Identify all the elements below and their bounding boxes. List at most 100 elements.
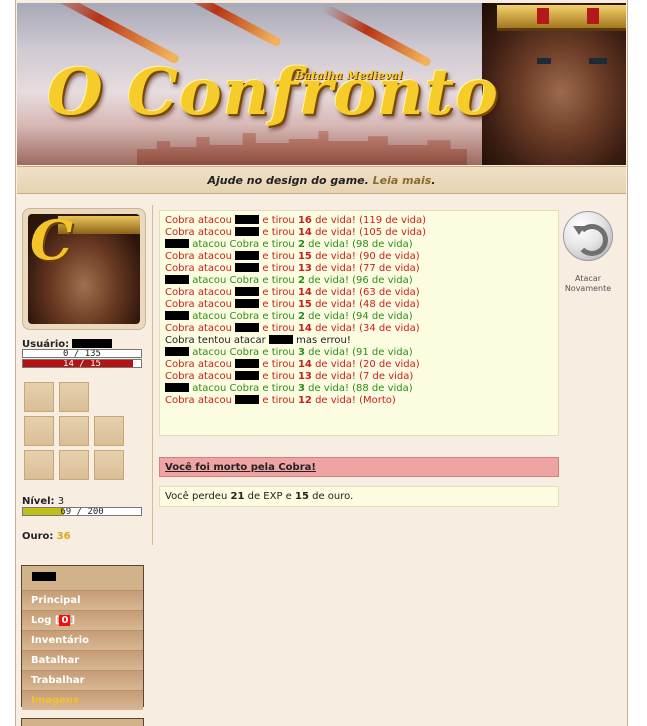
battle-log: Cobra atacou e tirou 16 de vida! (119 de…: [159, 210, 559, 436]
battle-result: Você perdeu 21 de EXP e 15 de ouro.: [159, 486, 559, 507]
log-damage: 14: [297, 359, 312, 370]
level-row: Nível: 3: [22, 496, 64, 507]
log-badge-count: 0: [59, 615, 71, 626]
sidebar-divider: [152, 205, 153, 545]
player-name-redacted: [165, 347, 189, 356]
player-name-redacted: [165, 275, 189, 284]
hp-bar-text: 0 / 135: [63, 349, 101, 358]
log-text: de vida! (91 de vida): [308, 347, 413, 358]
log-text: atacou Cobra e tirou: [192, 311, 295, 322]
level-label: Nível:: [22, 496, 55, 507]
log-text: Cobra atacou: [165, 359, 232, 370]
equipment-slot[interactable]: [59, 416, 89, 446]
battle-log-line: Cobra atacou e tirou 14 de vida! (20 de …: [165, 359, 553, 371]
result-gold: 15: [295, 491, 309, 502]
log-text: de vida! (94 de vida): [308, 311, 413, 322]
player-name-redacted: [235, 299, 260, 308]
game-logo: O Confronto: [47, 55, 499, 130]
player-name-redacted: [165, 239, 189, 248]
exp-bar-text: 69 / 200: [60, 507, 104, 516]
battle-log-line: Cobra atacou e tirou 13 de vida! (77 de …: [165, 263, 553, 275]
equipment-slot[interactable]: [24, 450, 54, 480]
battle-log-line: Cobra atacou e tirou 14 de vida! (34 de …: [165, 323, 553, 335]
log-damage: 14: [297, 323, 312, 334]
log-text: de vida! (88 de vida): [308, 383, 413, 394]
log-text: de vida! (90 de vida): [315, 251, 420, 262]
equipment-slot[interactable]: [24, 382, 54, 412]
log-text: de vida! (77 de vida): [315, 263, 420, 274]
result-text-c: de ouro.: [312, 491, 354, 502]
log-text: Cobra atacou: [165, 227, 232, 238]
warrior-eyes: [537, 58, 607, 64]
log-text: e tirou: [262, 323, 295, 334]
log-damage: 14: [297, 287, 312, 298]
menu-header: [22, 566, 143, 590]
player-name-redacted: [235, 395, 260, 404]
player-name-redacted: [235, 323, 260, 332]
equipment-slot[interactable]: [59, 450, 89, 480]
battle-log-line: atacou Cobra e tirou 3 de vida! (91 de v…: [165, 347, 553, 359]
menu-item-label: Inventário: [31, 635, 90, 646]
equipment-slot[interactable]: [59, 382, 89, 412]
battle-log-line: Cobra atacou e tirou 15 de vida! (90 de …: [165, 251, 553, 263]
equipment-slot[interactable]: [94, 450, 124, 480]
battle-log-line: atacou Cobra e tirou 2 de vida! (94 de v…: [165, 311, 553, 323]
log-text: e tirou: [262, 299, 295, 310]
log-damage: 13: [297, 263, 312, 274]
player-name-redacted: [235, 359, 260, 368]
log-text: de vida! (7 de vida): [315, 371, 414, 382]
main-menu: Principal Log [0] Inventário Batalhar Tr…: [21, 565, 144, 710]
menu-item-log[interactable]: Log [0]: [22, 610, 143, 630]
log-text: Cobra atacou: [165, 371, 232, 382]
attack-again-label[interactable]: Atacar Novamente: [561, 274, 615, 294]
log-text: de vida! (Morto): [315, 395, 396, 406]
log-damage: 12: [297, 395, 312, 406]
log-damage: 15: [297, 251, 312, 262]
log-damage: 2: [297, 275, 305, 286]
menu-item-principal[interactable]: Principal: [22, 590, 143, 610]
log-text: de vida! (20 de vida): [315, 359, 420, 370]
equipment-slot[interactable]: [24, 416, 54, 446]
crown: [497, 5, 626, 31]
log-badge: [0]: [54, 615, 76, 626]
gold-label: Ouro:: [22, 531, 54, 542]
log-text: Cobra atacou: [165, 395, 232, 406]
log-text: e tirou: [262, 395, 295, 406]
exp-bar: 69 / 200: [22, 507, 142, 516]
log-text: e tirou: [262, 371, 295, 382]
equipment-slot[interactable]: [94, 416, 124, 446]
refresh-icon[interactable]: [563, 211, 613, 261]
menu-item-imagens[interactable]: Imagens: [22, 690, 143, 710]
read-more-link[interactable]: Leia mais: [373, 174, 432, 187]
player-name-redacted: [165, 311, 189, 320]
log-damage: 2: [297, 311, 305, 322]
player-avatar: C: [22, 208, 146, 330]
menu-item-batalhar[interactable]: Batalhar: [22, 650, 143, 670]
log-damage: 3: [297, 347, 305, 358]
log-text: Cobra atacou: [165, 287, 232, 298]
log-text: Cobra atacou: [165, 215, 232, 226]
log-text: de vida! (98 de vida): [308, 239, 413, 250]
hp-bar: 0 / 135: [22, 349, 142, 358]
menu-item-label: Principal: [31, 595, 81, 606]
log-damage: 2: [297, 239, 305, 250]
player-name-redacted: [235, 263, 260, 272]
battle-log-line: Cobra atacou e tirou 13 de vida! (7 de v…: [165, 371, 553, 383]
log-text: atacou Cobra e tirou: [192, 239, 295, 250]
player-name-redacted: [235, 287, 260, 296]
fire-streak: [171, 3, 283, 48]
menu-item-label: Imagens: [31, 695, 79, 706]
log-damage: 16: [297, 215, 312, 226]
log-text: mas errou!: [296, 335, 351, 346]
menu-item-label: Batalhar: [31, 655, 80, 666]
menu-item-trabalhar[interactable]: Trabalhar: [22, 670, 143, 690]
player-name-redacted: [165, 383, 189, 392]
log-damage: 15: [297, 299, 312, 310]
player-name-redacted: [235, 251, 260, 260]
menu-item-inventario[interactable]: Inventário: [22, 630, 143, 650]
menu-header-redacted: [32, 572, 56, 581]
attack-again-control[interactable]: Atacar Novamente: [561, 211, 615, 294]
battle-log-line: Cobra atacou e tirou 12 de vida! (Morto): [165, 395, 553, 407]
exp-bar-fill: [23, 508, 64, 515]
news-end: .: [431, 174, 436, 187]
